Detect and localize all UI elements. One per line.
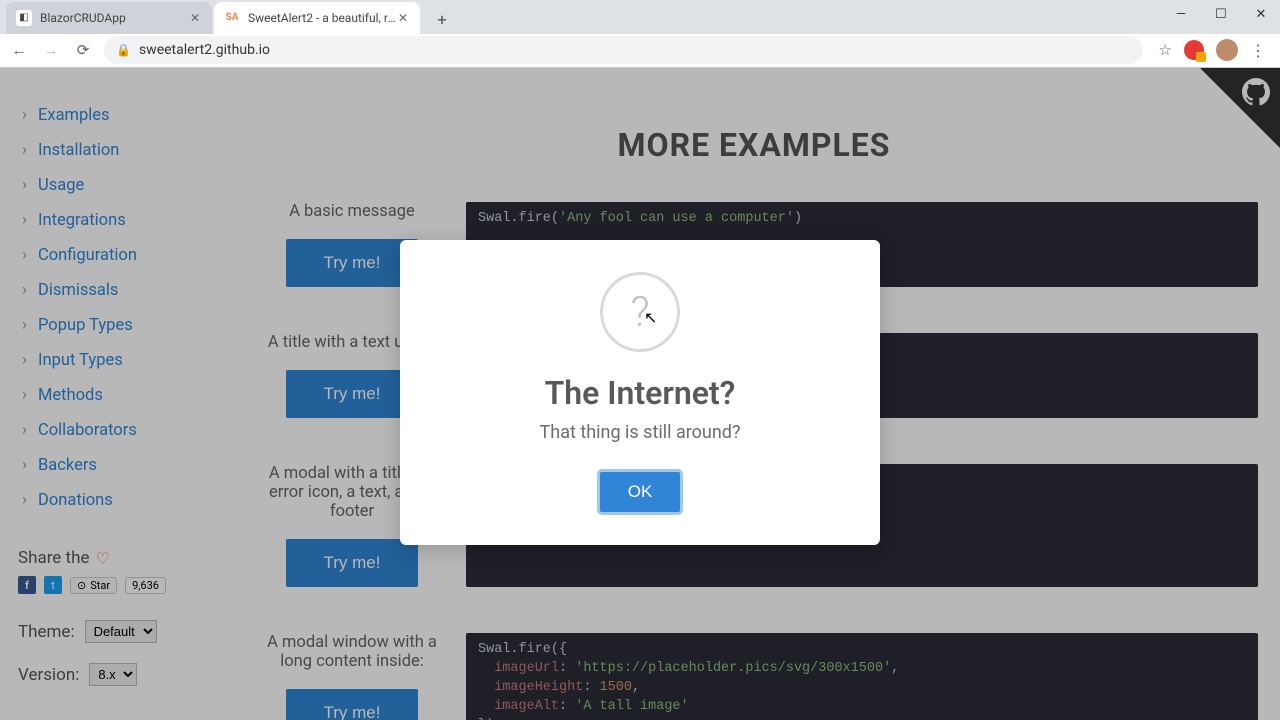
window-controls: — ☐ ✕ xyxy=(1168,4,1274,24)
browser-chrome: ◧ BlazorCRUDApp ✕ SA SweetAlert2 - a bea… xyxy=(0,0,1280,68)
ok-button[interactable]: OK xyxy=(597,469,684,515)
url-text: sweetalert2.github.io xyxy=(139,42,270,58)
forward-button[interactable]: → xyxy=(40,39,62,61)
tab-title: SweetAlert2 - a beautiful, respon xyxy=(248,11,396,25)
bookmark-icon[interactable]: ☆ xyxy=(1159,41,1172,59)
profile-avatar[interactable] xyxy=(1216,39,1238,61)
lock-icon: 🔒 xyxy=(116,43,131,57)
mouse-cursor: ↖ xyxy=(644,308,657,327)
back-button[interactable]: ← xyxy=(8,39,30,61)
extension-icon[interactable] xyxy=(1184,40,1204,60)
question-icon: ? xyxy=(600,272,680,352)
menu-icon[interactable]: ⋮ xyxy=(1250,41,1266,60)
reload-button[interactable]: ⟳ xyxy=(72,39,94,61)
favicon-blazor: ◧ xyxy=(16,10,32,26)
minimize-button[interactable]: — xyxy=(1168,4,1194,24)
toolbar: ← → ⟳ 🔒 sweetalert2.github.io ☆ ⋮ xyxy=(0,34,1280,68)
favicon-sa: SA xyxy=(224,10,240,26)
tab-bar: ◧ BlazorCRUDApp ✕ SA SweetAlert2 - a bea… xyxy=(0,0,1280,34)
maximize-button[interactable]: ☐ xyxy=(1208,4,1234,24)
tab-sweetalert[interactable]: SA SweetAlert2 - a beautiful, respon ✕ xyxy=(214,2,420,34)
close-icon[interactable]: ✕ xyxy=(396,11,410,25)
tab-title: BlazorCRUDApp xyxy=(40,11,188,25)
modal-title: The Internet? xyxy=(430,374,850,412)
sweetalert-modal: ? The Internet? That thing is still arou… xyxy=(400,240,880,545)
close-icon[interactable]: ✕ xyxy=(188,11,202,25)
page-content: Examples Installation Usage Integrations… xyxy=(0,68,1280,720)
new-tab-button[interactable]: + xyxy=(428,6,456,34)
tab-blazor[interactable]: ◧ BlazorCRUDApp ✕ xyxy=(6,2,212,34)
address-bar[interactable]: 🔒 sweetalert2.github.io xyxy=(104,36,1143,64)
modal-text: That thing is still around? xyxy=(430,422,850,443)
close-window-button[interactable]: ✕ xyxy=(1248,4,1274,24)
